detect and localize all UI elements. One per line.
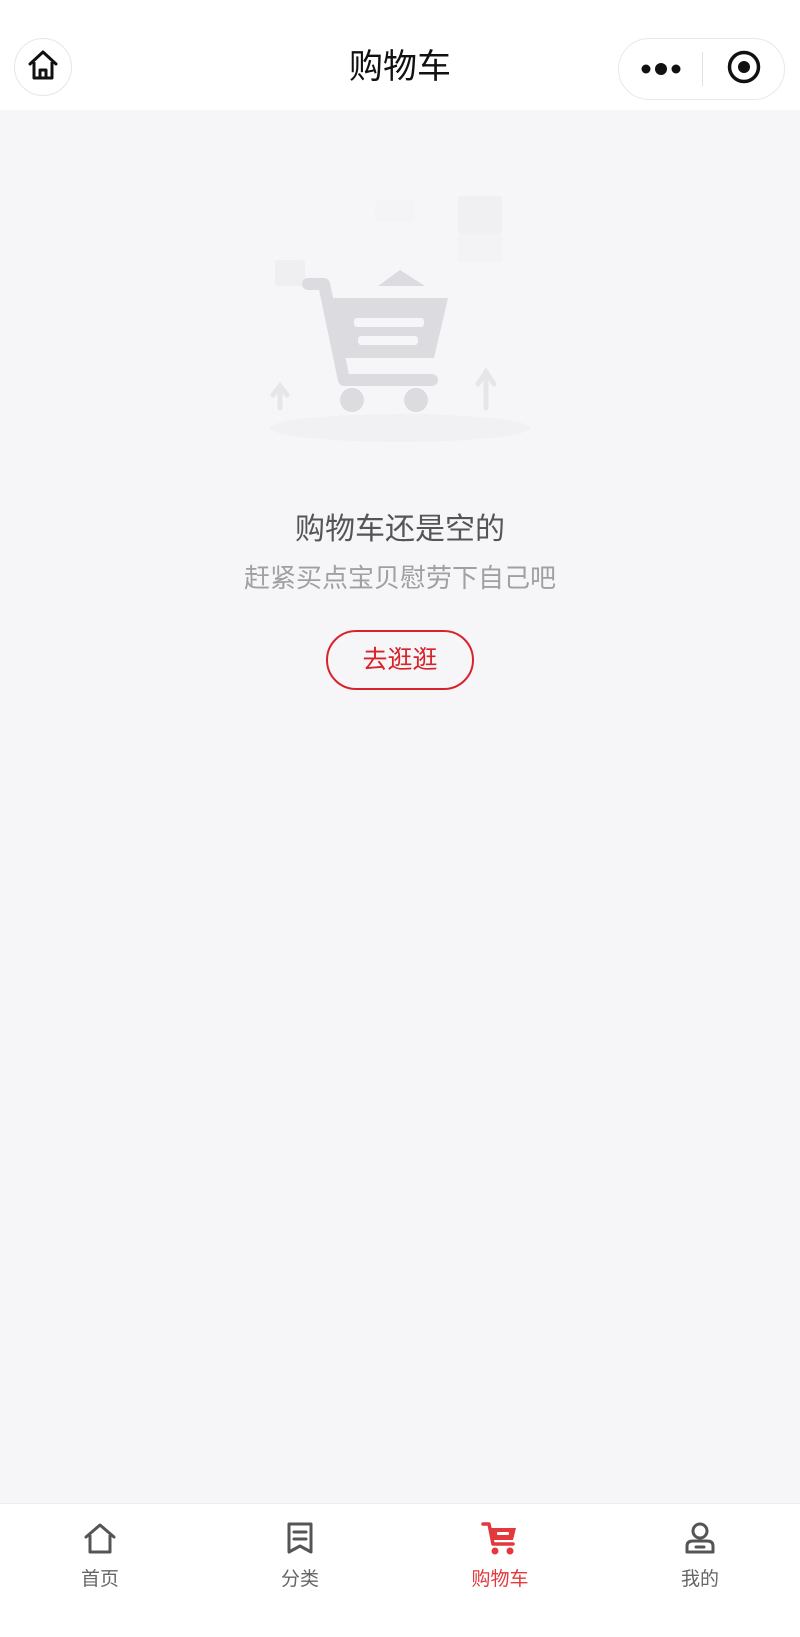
tab-label: 购物车 [471, 1568, 529, 1590]
close-button[interactable] [703, 39, 785, 99]
navigation-header: 购物车 [0, 0, 800, 110]
cart-icon [480, 1518, 520, 1558]
tab-label: 首页 [80, 1568, 119, 1590]
tab-category[interactable]: 分类 [200, 1504, 400, 1637]
go-shopping-button[interactable]: 去逛逛 [326, 630, 474, 690]
empty-title: 购物车还是空的 [295, 512, 505, 547]
empty-subtitle: 赶紧买点宝贝慰劳下自己吧 [243, 564, 556, 594]
target-close-icon [726, 49, 762, 89]
more-button[interactable] [619, 39, 702, 99]
tab-label: 我的 [680, 1568, 719, 1590]
more-dots-icon [641, 60, 681, 79]
home-icon [80, 1518, 120, 1558]
tab-cart[interactable]: 购物车 [400, 1504, 600, 1637]
bottom-tab-bar: 首页 分类 购物车 我的 [0, 1503, 800, 1637]
list-icon [280, 1518, 320, 1558]
user-icon [680, 1518, 720, 1558]
tab-mine[interactable]: 我的 [600, 1504, 800, 1637]
tab-label: 分类 [280, 1568, 319, 1590]
mini-program-capsule [618, 38, 785, 100]
tab-home[interactable]: 首页 [0, 1504, 200, 1637]
empty-cart-illustration [250, 190, 550, 450]
